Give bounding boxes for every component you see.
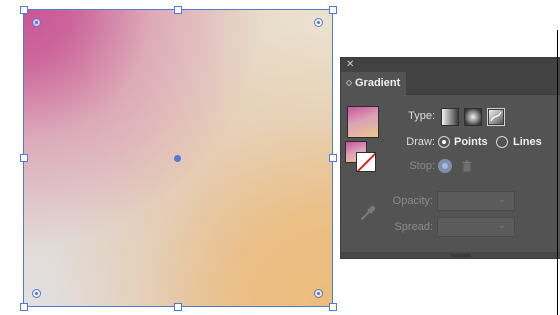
opacity-dropdown[interactable]: ⌄ [437,191,515,211]
chevron-down-icon: ⌄ [497,194,506,205]
close-icon[interactable]: ✕ [346,59,354,71]
spread-dropdown[interactable]: ⌄ [437,217,515,237]
color-point-bottom-right[interactable] [314,289,323,298]
handle-top-right[interactable] [329,6,337,14]
tab-gradient-label: Gradient [355,77,401,89]
handle-bottom-left[interactable] [20,303,28,311]
handle-middle-left[interactable] [20,154,28,162]
opacity-label: Opacity: [392,195,433,207]
object-center-point [174,155,181,162]
handle-bottom-middle[interactable] [174,303,182,311]
gradient-panel: ✕ ◇ Gradient Type: Draw: Points Lines St… [340,57,560,259]
tab-gradient[interactable]: ◇ Gradient [341,72,406,95]
stop-label: Stop: [409,160,435,172]
color-point-top-right[interactable] [314,18,323,27]
color-point-top-left[interactable] [32,18,41,27]
tab-collapse-icon[interactable]: ◇ [346,72,352,94]
handle-bottom-right[interactable] [329,303,337,311]
freeform-gradient-icon [489,110,503,124]
panel-tab-bar: ◇ Gradient [341,72,560,95]
trash-icon [462,160,472,172]
draw-points-label[interactable]: Points [454,136,488,148]
freeform-gradient-button[interactable] [487,108,505,126]
handle-middle-right[interactable] [329,154,337,162]
draw-label: Draw: [406,136,435,148]
color-point-bottom-left[interactable] [32,289,41,298]
panel-resize-grip[interactable] [451,254,471,257]
type-label: Type: [408,110,435,122]
handle-top-middle[interactable] [174,6,182,14]
linear-gradient-button[interactable] [441,108,459,126]
gradient-preview-swatch[interactable] [347,106,379,138]
stroke-none-swatch[interactable] [356,152,376,172]
draw-points-radio[interactable] [438,136,450,148]
chevron-down-icon: ⌄ [497,220,506,231]
window-edge-divider [557,30,558,315]
fill-stroke-icon[interactable] [345,141,377,173]
draw-lines-label[interactable]: Lines [513,136,542,148]
draw-lines-radio[interactable] [496,136,508,148]
panel-bottom-bar [341,252,560,258]
stop-color-indicator [438,159,452,173]
spread-label: Spread: [394,221,433,233]
handle-top-left[interactable] [20,6,28,14]
radial-gradient-button[interactable] [464,108,482,126]
panel-title-strip: ✕ [341,58,560,72]
